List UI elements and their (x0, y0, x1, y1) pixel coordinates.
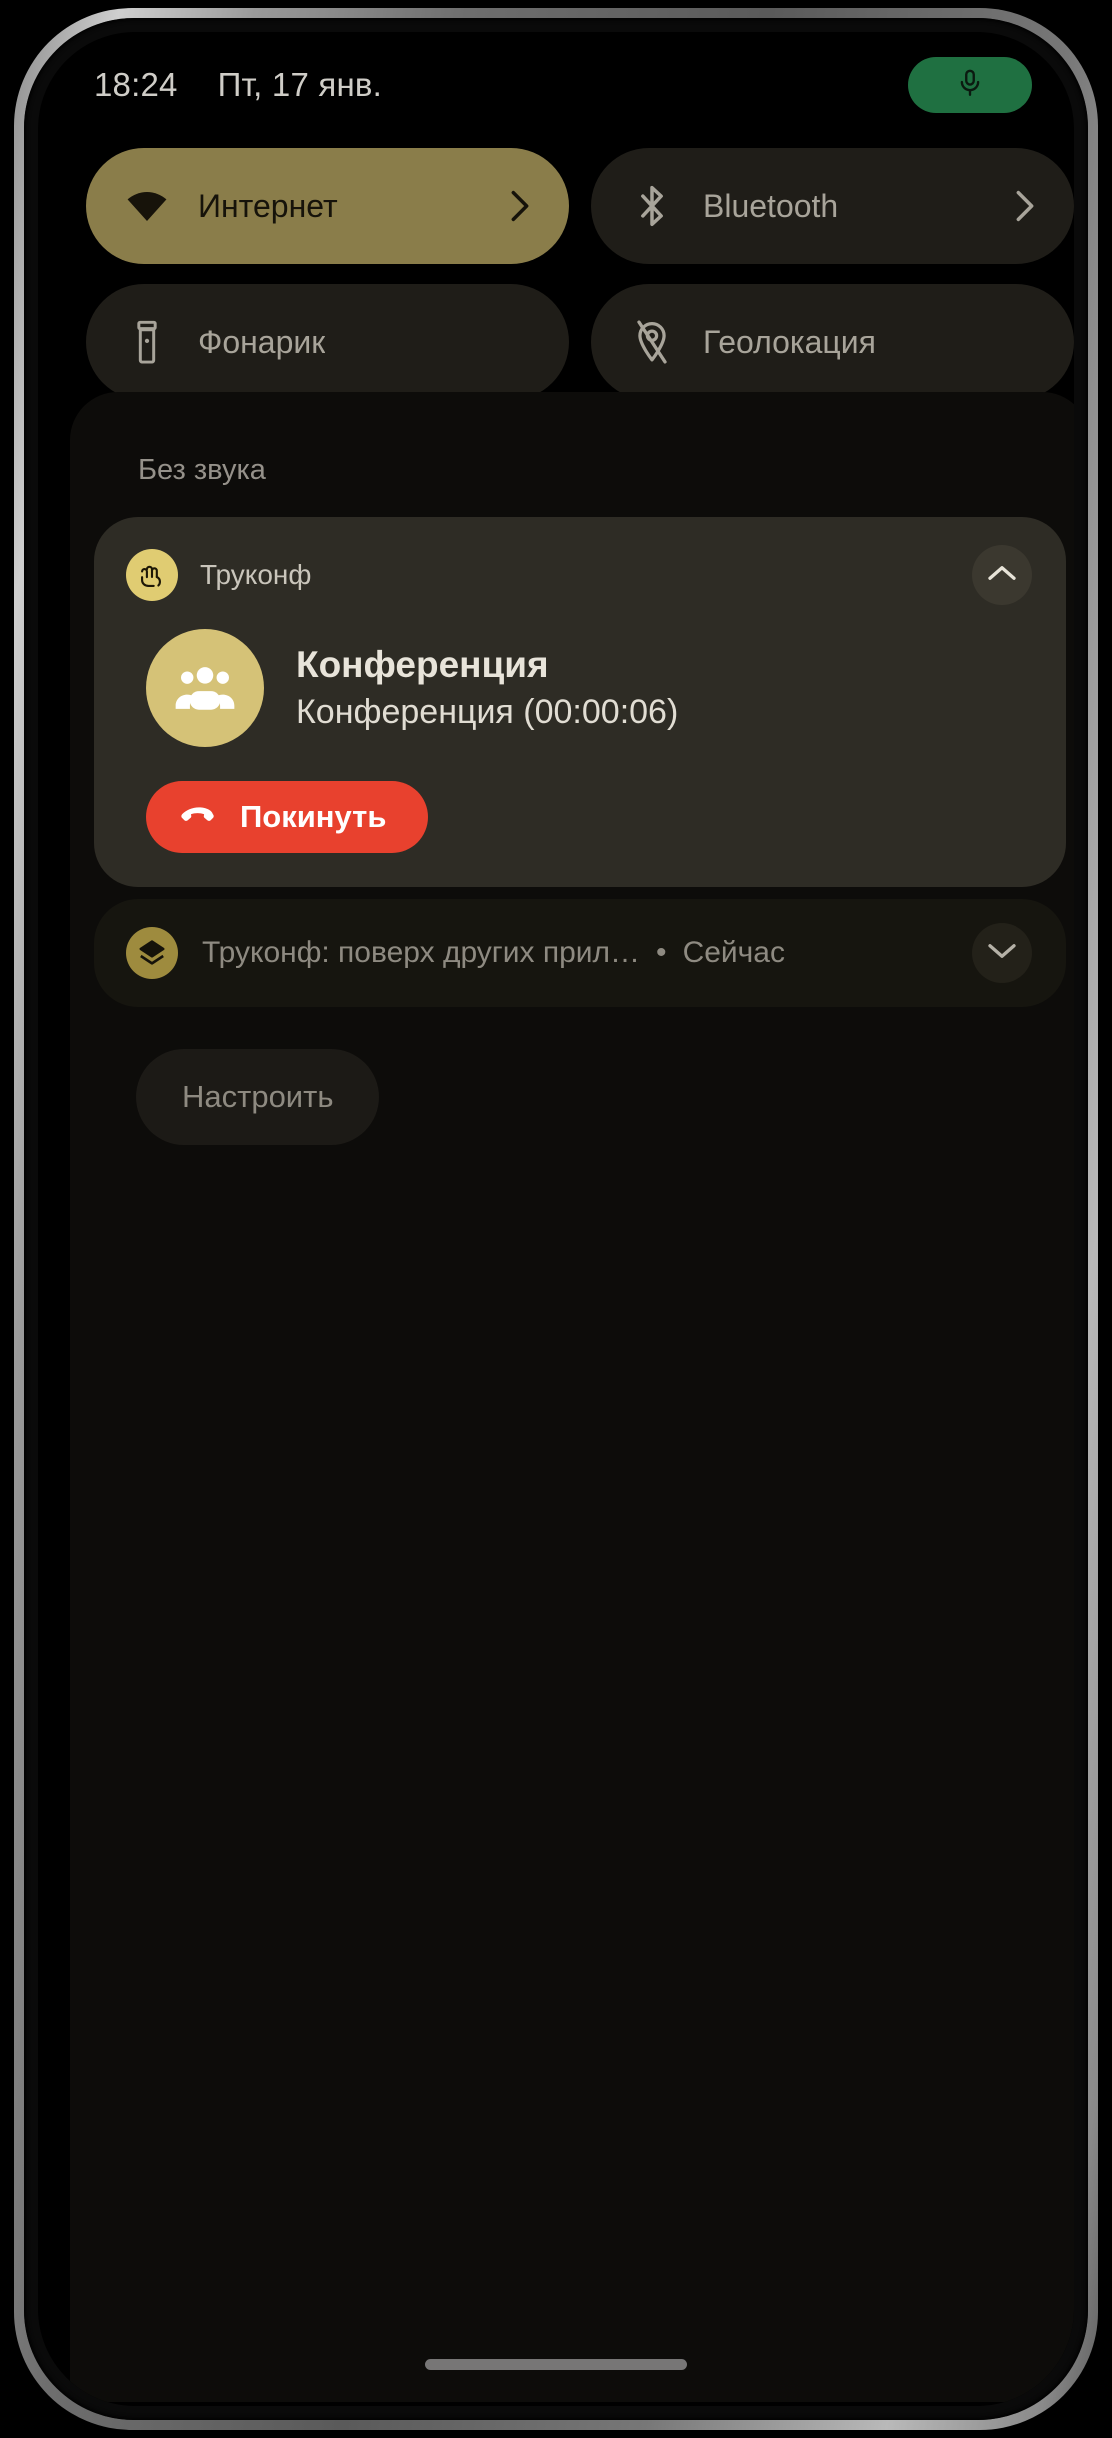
collapsed-notification-separator: • (656, 936, 667, 969)
notification-card-overlay-permission[interactable]: Труконф: поверх других прил… • Сейчас (94, 899, 1066, 1007)
chevron-up-icon (987, 563, 1017, 588)
notification-expand-button[interactable] (972, 923, 1032, 983)
phone-bezel: 18:24 Пт, 17 янв. Интернет Bluetooth Фон… (24, 18, 1088, 2420)
phone-screen: 18:24 Пт, 17 янв. Интернет Bluetooth Фон… (38, 32, 1074, 2406)
notification-title: Конференция (296, 643, 549, 685)
hangup-phone-icon (180, 804, 218, 831)
status-bar-date: Пт, 17 янв. (217, 66, 382, 103)
notification-app-name: Труконф (200, 559, 312, 590)
notification-text-block: Конференция Конференция (00:00:06) (296, 643, 678, 733)
notification-card-conference[interactable]: Труконф Конференция Конференция (00:00:0… (94, 517, 1066, 887)
wifi-icon (122, 181, 172, 231)
notification-section-header: Без звука (138, 454, 266, 486)
bluetooth-icon (627, 181, 677, 231)
notification-collapse-button[interactable] (972, 545, 1032, 605)
notification-body: Конференция Конференция (00:00:06) (126, 629, 1034, 747)
leave-conference-button[interactable]: Покинуть (146, 781, 429, 853)
chevron-right-icon[interactable] (507, 188, 533, 224)
location-off-icon (627, 317, 677, 367)
status-bar: 18:24 Пт, 17 янв. (38, 32, 1074, 138)
status-bar-clock: 18:24 (94, 66, 178, 103)
qs-tile-internet[interactable]: Интернет (86, 148, 569, 264)
collapsed-notification-text: Труконф: поверх других прил… (202, 936, 641, 969)
qs-tile-bluetooth[interactable]: Bluetooth (591, 148, 1074, 264)
notification-subtitle: Конференция (00:00:06) (296, 693, 679, 732)
notification-shade: Без звука Труконф Конференция Конференци… (70, 392, 1074, 2402)
qs-tile-location[interactable]: Геолокация (591, 284, 1074, 400)
quick-settings-row-2: Фонарик Геолокация (86, 284, 1074, 400)
group-people-icon (146, 629, 264, 747)
notification-header: Труконф (126, 547, 1034, 603)
quick-settings-row-1: Интернет Bluetooth (86, 148, 1074, 264)
manage-notifications-button[interactable]: Настроить (136, 1049, 380, 1145)
chevron-down-icon (987, 941, 1017, 966)
qs-tile-location-label: Геолокация (703, 323, 876, 360)
flashlight-icon (122, 317, 172, 367)
qs-tile-flashlight-label: Фонарик (198, 323, 326, 360)
leave-conference-label: Покинуть (240, 799, 387, 834)
chevron-right-icon[interactable] (1012, 188, 1038, 224)
qs-tile-flashlight[interactable]: Фонарик (86, 284, 569, 400)
quick-settings-panel: Интернет Bluetooth Фонарик Геолокация (86, 148, 1074, 420)
qs-tile-internet-label: Интернет (198, 187, 338, 224)
qs-tile-bluetooth-label: Bluetooth (703, 187, 839, 224)
truconf-app-icon (126, 549, 178, 601)
layers-icon (126, 927, 178, 979)
collapsed-notification-time: Сейчас (682, 936, 785, 969)
phone-frame: 18:24 Пт, 17 янв. Интернет Bluetooth Фон… (14, 8, 1098, 2430)
home-gesture-bar[interactable] (425, 2359, 687, 2370)
notification-actions: Покинуть (126, 781, 1034, 853)
microphone-privacy-indicator[interactable] (908, 57, 1032, 113)
microphone-icon (955, 64, 985, 107)
manage-notifications-row: Настроить (94, 1007, 1066, 1145)
